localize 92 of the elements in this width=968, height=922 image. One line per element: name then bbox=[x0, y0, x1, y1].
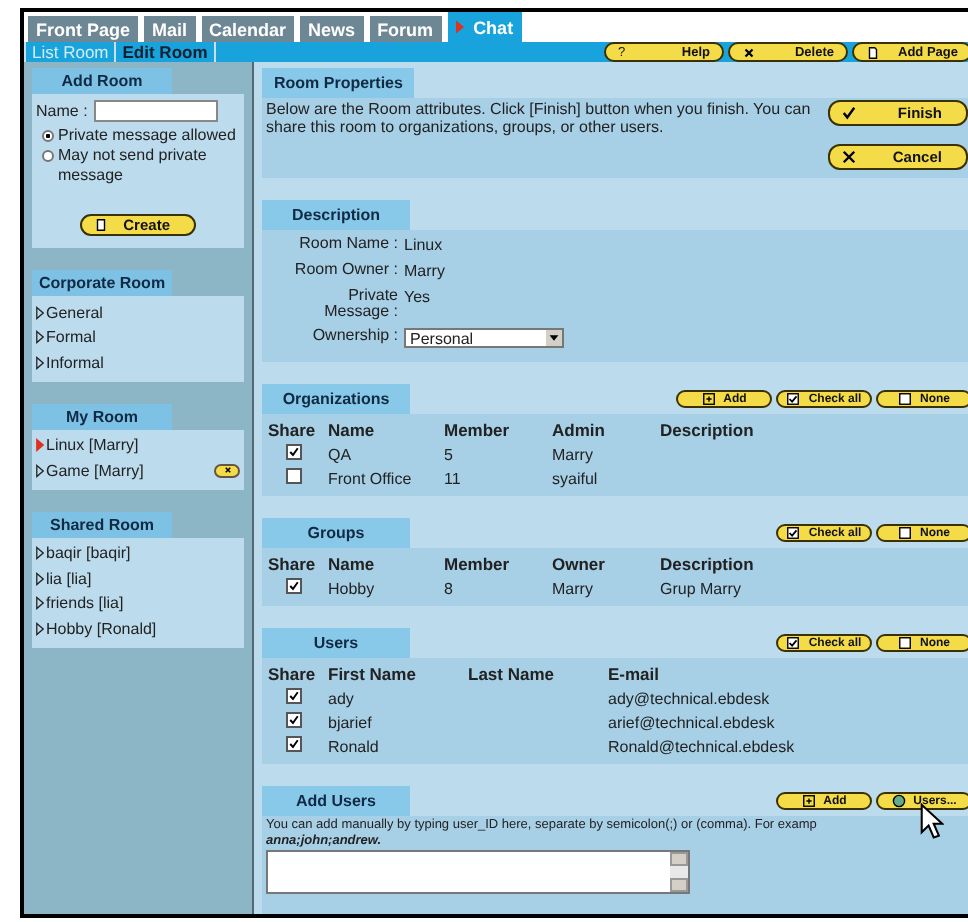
column-header: Last Name bbox=[468, 664, 556, 684]
room-link[interactable]: Informal bbox=[36, 353, 104, 372]
panel-title: Corporate Room bbox=[32, 270, 172, 296]
section-title: Users bbox=[262, 628, 410, 658]
share-checkbox[interactable] bbox=[286, 712, 302, 728]
users-textarea[interactable] bbox=[266, 850, 690, 894]
page-icon bbox=[94, 218, 108, 232]
table-cell: Marry bbox=[552, 445, 593, 463]
column-header: First Name bbox=[328, 664, 418, 684]
share-checkbox[interactable] bbox=[286, 578, 302, 594]
room-link[interactable]: friends [lia] bbox=[36, 594, 124, 613]
cursor-icon bbox=[920, 802, 944, 842]
field-value: Yes bbox=[404, 288, 433, 306]
column-header: Admin bbox=[552, 420, 607, 440]
field-label: Ownership : bbox=[312, 328, 398, 344]
instructions-text: Below are the Room attributes. Click [Finish] button when you finish. You can share this room to organizations, groups, or other users. bbox=[266, 100, 813, 140]
checkbox-icon bbox=[786, 526, 801, 540]
radio-button[interactable] bbox=[42, 130, 54, 142]
column-header: E-mail bbox=[608, 664, 662, 684]
nav-tab[interactable]: Mail bbox=[144, 16, 196, 42]
room-link[interactable]: Linux [Marry] bbox=[36, 436, 139, 455]
column-header: Share bbox=[268, 664, 318, 684]
table-cell: Front Office bbox=[328, 469, 412, 487]
column-header: Description bbox=[660, 420, 756, 440]
checkbox-icon bbox=[786, 636, 801, 650]
table-cell: 8 bbox=[444, 579, 453, 597]
section-title: Description bbox=[262, 200, 410, 230]
column-header: Description bbox=[660, 554, 756, 574]
panel-title: Shared Room bbox=[32, 511, 172, 537]
column-header: Name bbox=[328, 420, 377, 440]
room-link[interactable]: Formal bbox=[36, 328, 96, 347]
share-checkbox[interactable] bbox=[286, 444, 302, 460]
share-checkbox[interactable] bbox=[286, 468, 302, 484]
column-header: Member bbox=[444, 554, 512, 574]
table-cell: Ronald bbox=[328, 737, 379, 755]
nav-tab[interactable]: Calendar bbox=[201, 16, 295, 42]
globe-icon bbox=[891, 794, 906, 808]
section-title: Organizations bbox=[262, 384, 410, 414]
table-cell: Grup Marry bbox=[660, 579, 741, 597]
table-cell: bjarief bbox=[328, 713, 372, 731]
table-cell: syaiful bbox=[552, 469, 598, 487]
close-icon bbox=[221, 464, 233, 477]
remove-button[interactable] bbox=[214, 463, 240, 478]
table-cell: Hobby bbox=[328, 579, 375, 597]
section-title: Groups bbox=[262, 518, 410, 548]
ownership-dropdown[interactable]: Personal bbox=[404, 328, 564, 348]
option-label: May not send private message bbox=[58, 146, 209, 186]
checkbox-icon bbox=[786, 392, 801, 406]
table-cell: Ronald@technical.ebdesk bbox=[608, 737, 795, 755]
table-cell: ady@technical.ebdesk bbox=[608, 689, 770, 707]
close-icon bbox=[742, 45, 756, 59]
table-cell: 11 bbox=[444, 469, 461, 487]
table-cell: 5 bbox=[444, 445, 453, 463]
share-checkbox[interactable] bbox=[286, 736, 302, 752]
table-cell: arief@technical.ebdesk bbox=[608, 713, 775, 731]
add-icon bbox=[801, 794, 816, 808]
panel-title: Add Room bbox=[32, 68, 172, 94]
share-checkbox[interactable] bbox=[286, 688, 302, 704]
name-field[interactable] bbox=[93, 100, 218, 122]
column-header: Share bbox=[268, 420, 318, 440]
field-value: Linux bbox=[404, 236, 445, 254]
table-cell: QA bbox=[328, 445, 352, 463]
panel-title: My Room bbox=[32, 403, 172, 429]
room-link[interactable]: Hobby [Ronald] bbox=[36, 619, 157, 638]
nav-tab[interactable]: Forum bbox=[369, 16, 442, 42]
field-label: Private Message : bbox=[322, 288, 398, 320]
table-cell: Marry bbox=[552, 579, 593, 597]
room-link[interactable]: baqir [baqir] bbox=[36, 544, 131, 563]
scrollbar[interactable] bbox=[670, 852, 688, 892]
radio-button[interactable] bbox=[42, 150, 54, 162]
nav-tab[interactable]: Front Page bbox=[28, 16, 139, 42]
option-label: Private message allowed bbox=[58, 126, 238, 146]
close-icon bbox=[842, 150, 856, 164]
table-cell: ady bbox=[328, 689, 354, 707]
column-header: Member bbox=[444, 420, 512, 440]
section-title: Room Properties bbox=[262, 68, 415, 98]
column-header: Share bbox=[268, 554, 318, 574]
name-label: Name : bbox=[36, 101, 88, 121]
dropdown-arrow-icon bbox=[546, 330, 562, 346]
field-label: Room Name : bbox=[299, 236, 398, 252]
column-header: Name bbox=[328, 554, 377, 574]
room-link[interactable]: Game [Marry] bbox=[36, 461, 144, 480]
room-link[interactable]: lia [lia] bbox=[36, 569, 92, 588]
field-value: Marry bbox=[404, 262, 447, 280]
column-header: Owner bbox=[552, 554, 607, 574]
triangle-icon bbox=[455, 20, 464, 34]
section-title: Add Users bbox=[262, 786, 410, 816]
add-icon bbox=[701, 392, 716, 406]
nav-tab[interactable]: News bbox=[300, 16, 364, 42]
checkmark-icon bbox=[842, 106, 856, 120]
room-link[interactable]: General bbox=[36, 303, 103, 322]
field-label: Room Owner : bbox=[294, 262, 398, 278]
